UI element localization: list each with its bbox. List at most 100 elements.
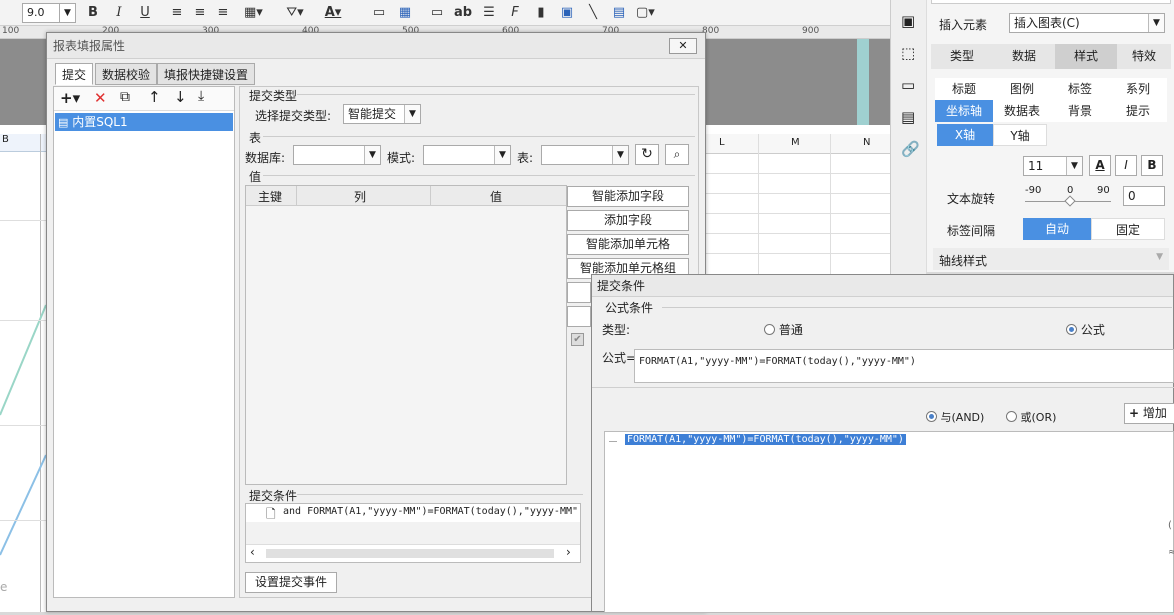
- subtab-data-table[interactable]: 数据表: [993, 100, 1051, 122]
- subtab-label[interactable]: 标签: [1051, 78, 1109, 100]
- chevron-down-icon[interactable]: ▼: [494, 146, 510, 164]
- add-condition-button[interactable]: + 增加: [1124, 403, 1174, 424]
- checkbox[interactable]: ✔: [571, 333, 584, 346]
- bold-button[interactable]: B: [1141, 155, 1163, 176]
- extra-button[interactable]: [567, 282, 591, 303]
- text-ab-icon[interactable]: ab: [454, 3, 472, 23]
- grid-icon[interactable]: ▦: [396, 3, 414, 23]
- chevron-down-icon[interactable]: ▼: [1148, 14, 1164, 32]
- element-icon[interactable]: ▣: [901, 12, 915, 30]
- tab-submit[interactable]: 提交: [55, 63, 94, 85]
- frame-icon[interactable]: ▤: [610, 3, 628, 23]
- chevron-down-icon[interactable]: ▼: [59, 4, 75, 22]
- chevron-right-icon[interactable]: ›: [566, 545, 571, 559]
- chevron-down-icon[interactable]: ▼: [404, 105, 420, 123]
- refresh-icon[interactable]: ↻: [635, 144, 659, 165]
- radio-circle[interactable]: [1066, 324, 1077, 335]
- shape-icon[interactable]: ▢▾: [636, 3, 655, 23]
- align-right-icon[interactable]: ≡: [214, 3, 232, 23]
- subtab-legend[interactable]: 图例: [993, 78, 1051, 100]
- radio-and[interactable]: 与(AND): [926, 409, 984, 425]
- align-left-icon[interactable]: ≡: [168, 3, 186, 23]
- align-center-icon[interactable]: ≡: [191, 3, 209, 23]
- font-color-button[interactable]: A: [1089, 155, 1111, 176]
- rotate-slider-handle[interactable]: [1064, 195, 1076, 207]
- fill-color-icon[interactable]: ⛛▾: [286, 3, 304, 23]
- tab-data-validation[interactable]: 数据校验: [95, 63, 158, 85]
- tab-shortcut-settings[interactable]: 填报快捷键设置: [157, 63, 256, 85]
- widget-icon[interactable]: ▭: [901, 76, 915, 94]
- add-field-button[interactable]: 添加字段: [567, 210, 689, 231]
- insert-chart-combo[interactable]: 插入图表(C) ▼: [1009, 13, 1165, 33]
- image-icon[interactable]: ▣: [558, 3, 576, 23]
- database-select[interactable]: ▼: [293, 145, 381, 165]
- radio-circle[interactable]: [1006, 411, 1017, 422]
- chevron-down-icon[interactable]: ▼: [612, 146, 628, 164]
- search-icon[interactable]: ⌕: [665, 144, 689, 165]
- text-field-icon[interactable]: ▭: [428, 3, 446, 23]
- merge-cell-icon[interactable]: ▭: [370, 3, 388, 23]
- list-item[interactable]: 🗋 and FORMAT(A1,"yyyy-MM")=FORMAT(today(…: [246, 504, 580, 522]
- link-icon[interactable]: 🔗: [901, 140, 920, 158]
- font-size-select[interactable]: 11 ▼: [1023, 156, 1083, 176]
- chart-icon[interactable]: ▮: [532, 3, 550, 23]
- subtab-series[interactable]: 系列: [1109, 78, 1167, 100]
- smart-add-field-button[interactable]: 智能添加字段: [567, 186, 689, 207]
- bold-button[interactable]: B: [84, 3, 102, 23]
- extra-button[interactable]: [567, 306, 591, 327]
- arrow-up-icon[interactable]: ↑: [148, 88, 161, 106]
- schema-select[interactable]: ▼: [423, 145, 511, 165]
- radio-circle[interactable]: [926, 411, 937, 422]
- add-icon[interactable]: +▾: [60, 89, 80, 107]
- radio-normal[interactable]: 普通: [764, 321, 803, 338]
- tab-data[interactable]: 数据: [993, 44, 1055, 69]
- subtab-title[interactable]: 标题: [935, 78, 993, 100]
- italic-button[interactable]: I: [1115, 155, 1137, 176]
- submit-type-select[interactable]: 智能提交 ▼: [343, 104, 421, 124]
- chevron-left-icon[interactable]: ‹: [250, 545, 255, 559]
- move-bottom-icon[interactable]: ⤓: [198, 88, 204, 104]
- subtab-background[interactable]: 背景: [1051, 100, 1109, 122]
- submit-condition-list[interactable]: 🗋 and FORMAT(A1,"yyyy-MM")=FORMAT(today(…: [245, 503, 581, 563]
- axis-tab-x[interactable]: X轴: [937, 124, 993, 146]
- delete-icon[interactable]: ✕: [94, 89, 107, 107]
- subtab-tooltip[interactable]: 提示: [1109, 100, 1167, 122]
- value-table[interactable]: 主键 列 值: [245, 185, 567, 485]
- radio-formula[interactable]: 公式: [1066, 321, 1105, 338]
- formula-icon[interactable]: F: [506, 3, 524, 23]
- axis-tab-y[interactable]: Y轴: [993, 124, 1047, 146]
- axis-style-row[interactable]: 轴线样式 ▼: [933, 248, 1169, 270]
- tree-item-sql1[interactable]: ▤ 内置SQL1: [55, 113, 233, 131]
- font-color-icon[interactable]: A▾: [324, 3, 342, 23]
- close-icon[interactable]: ✕: [669, 38, 697, 54]
- formula-input[interactable]: FORMAT(A1,"yyyy-MM")=FORMAT(today(),"yyy…: [634, 349, 1174, 383]
- radio-or[interactable]: 或(OR): [1006, 409, 1056, 425]
- condition-tree[interactable]: FORMAT(A1,"yyyy-MM")=FORMAT(today(),"yyy…: [604, 431, 1174, 613]
- tab-effects[interactable]: 特效: [1117, 44, 1171, 69]
- line-icon[interactable]: ╲: [584, 3, 602, 23]
- smart-add-cell-button[interactable]: 智能添加单元格: [567, 234, 689, 255]
- paragraph-icon[interactable]: ☰: [480, 3, 498, 23]
- tab-type[interactable]: 类型: [931, 44, 993, 69]
- table-select[interactable]: ▼: [541, 145, 629, 165]
- rotate-spinner[interactable]: 0: [1123, 186, 1165, 206]
- font-size-combo[interactable]: 9.0 ▼: [22, 3, 76, 23]
- chevron-down-icon[interactable]: ▼: [1066, 157, 1082, 175]
- layers-icon[interactable]: ▤: [901, 108, 915, 126]
- copy-icon[interactable]: ⧉: [120, 89, 130, 105]
- underline-button[interactable]: U: [136, 3, 154, 23]
- condition-tree-item[interactable]: FORMAT(A1,"yyyy-MM")=FORMAT(today(),"yyy…: [625, 434, 906, 445]
- border-icon[interactable]: ▦▾: [244, 3, 263, 23]
- tab-style[interactable]: 样式: [1055, 44, 1117, 69]
- set-submit-event-button[interactable]: 设置提交事件: [245, 572, 337, 593]
- horizontal-scrollbar[interactable]: ‹ ›: [246, 544, 580, 562]
- gap-fixed-button[interactable]: 固定: [1091, 218, 1165, 240]
- crop-icon[interactable]: ⬚: [901, 44, 915, 62]
- subtab-axis[interactable]: 坐标轴: [935, 100, 993, 122]
- radio-circle[interactable]: [764, 324, 775, 335]
- italic-button[interactable]: I: [110, 3, 128, 23]
- arrow-down-icon[interactable]: ↓: [174, 88, 187, 106]
- scrollbar-thumb[interactable]: [266, 549, 554, 558]
- gap-auto-button[interactable]: 自动: [1023, 218, 1091, 240]
- chevron-down-icon[interactable]: ▼: [364, 146, 380, 164]
